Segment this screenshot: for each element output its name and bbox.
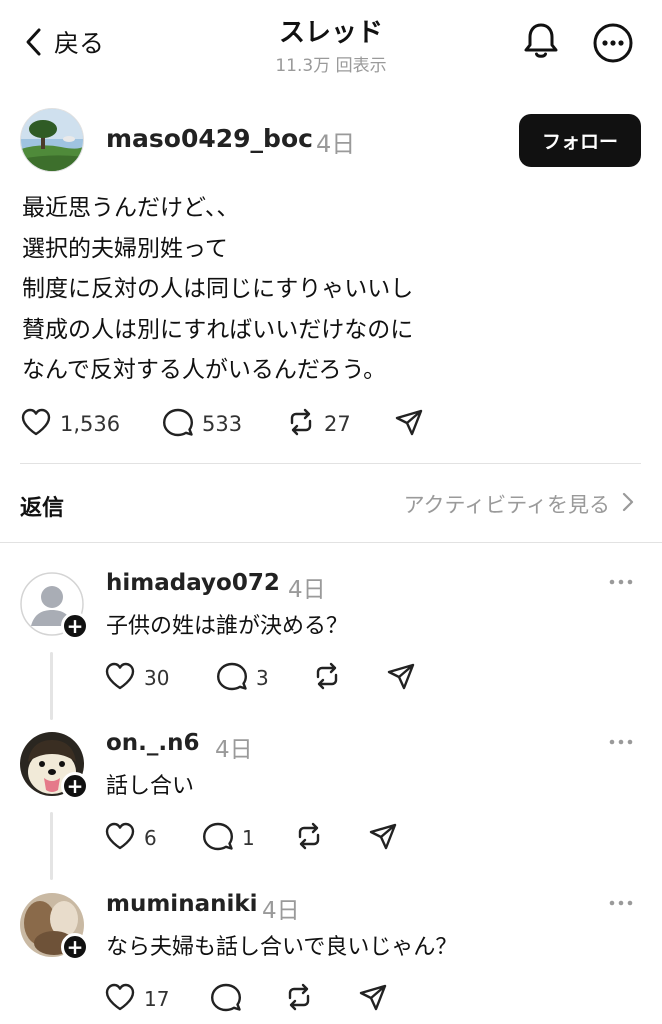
reply-actions: 30 3 bbox=[104, 660, 434, 696]
plus-icon[interactable]: + bbox=[61, 933, 89, 961]
post-text-line: 最近思うんだけど、、 bbox=[22, 195, 240, 221]
avatar[interactable] bbox=[20, 108, 84, 172]
heart-icon bbox=[104, 661, 136, 695]
heart-icon bbox=[104, 821, 136, 855]
repost-icon bbox=[312, 661, 342, 695]
post-text-line: 制度に反対の人は同じにすりゃいいし bbox=[22, 276, 414, 302]
send-icon bbox=[386, 661, 416, 695]
plus-icon[interactable]: + bbox=[61, 612, 89, 640]
post-username[interactable]: maso0429_boc bbox=[106, 124, 313, 153]
more-dots-icon[interactable] bbox=[606, 572, 636, 592]
chevron-right-icon bbox=[622, 492, 634, 517]
speech-bubble-icon bbox=[202, 821, 234, 855]
heart-icon bbox=[104, 982, 136, 1016]
like-count: 6 bbox=[144, 826, 157, 850]
more-dots-icon[interactable] bbox=[606, 732, 636, 752]
post-age: 4日 bbox=[316, 130, 356, 158]
repost-button[interactable] bbox=[294, 820, 324, 856]
repost-icon bbox=[284, 982, 314, 1016]
post-text-line: 賛成の人は別にすればいいだけなのに bbox=[22, 316, 414, 343]
reply-age: 4日 bbox=[288, 577, 326, 603]
reply-username[interactable]: on._.n6 bbox=[106, 730, 200, 756]
plus-icon[interactable]: + bbox=[61, 772, 89, 800]
reply-username[interactable]: muminaniki bbox=[106, 891, 258, 917]
reply-text: 話し合い bbox=[106, 774, 195, 799]
post-text-line: 選択的夫婦別姓って bbox=[22, 235, 228, 262]
like-count: 30 bbox=[144, 666, 170, 690]
like-button[interactable]: 30 bbox=[104, 660, 169, 696]
reply-age: 4日 bbox=[215, 737, 253, 763]
follow-button[interactable]: フォロー bbox=[519, 114, 641, 167]
heart-icon bbox=[20, 407, 52, 441]
view-count: 11.3万 回表示 bbox=[275, 56, 387, 76]
speech-bubble-icon bbox=[162, 407, 194, 441]
reply-item: + himadayo072 4日 子供の姓は誰が決める？ 30 3 bbox=[0, 570, 662, 732]
send-icon bbox=[358, 982, 388, 1016]
share-button[interactable] bbox=[394, 404, 424, 444]
like-button[interactable]: 1,536 bbox=[20, 404, 120, 444]
title-block: スレッド 11.3万 回表示 bbox=[0, 12, 662, 76]
comment-button[interactable]: 3 bbox=[216, 660, 269, 696]
ellipsis-circle-icon[interactable] bbox=[592, 22, 634, 64]
reply-item: + on._.n6 4日 話し合い 6 1 bbox=[0, 730, 662, 892]
speech-bubble-icon bbox=[210, 982, 242, 1016]
like-button[interactable]: 6 bbox=[104, 820, 157, 856]
thread-line bbox=[50, 812, 53, 880]
bell-icon[interactable] bbox=[520, 20, 562, 62]
top-bar: 戻る スレッド 11.3万 回表示 bbox=[0, 0, 662, 90]
replies-header: 返信 アクティビティを見る bbox=[0, 464, 662, 542]
send-icon bbox=[368, 821, 398, 855]
repost-count: 27 bbox=[324, 412, 351, 436]
repost-button[interactable] bbox=[284, 981, 314, 1017]
post-text: 最近思うんだけど、、 選択的夫婦別姓って 制度に反対の人は同じにすりゃいいし 賛… bbox=[22, 188, 642, 391]
reply-actions: 6 1 bbox=[104, 820, 434, 856]
send-icon bbox=[394, 407, 424, 441]
reply-actions: 17 bbox=[104, 981, 434, 1017]
post-actions: 1,536 533 27 bbox=[20, 404, 640, 444]
share-button[interactable] bbox=[386, 660, 416, 696]
like-button[interactable]: 17 bbox=[104, 981, 169, 1017]
more-dots-icon[interactable] bbox=[606, 893, 636, 913]
repost-button[interactable] bbox=[312, 660, 342, 696]
divider bbox=[0, 542, 662, 543]
reply-username[interactable]: himadayo072 bbox=[106, 570, 280, 596]
reply-text: なら夫婦も話し合いで良いじゃん？ bbox=[106, 935, 458, 960]
reply-item: + muminaniki 4日 なら夫婦も話し合いで良いじゃん？ 17 bbox=[0, 891, 662, 1024]
comment-button[interactable]: 533 bbox=[162, 404, 242, 444]
page-title: スレッド bbox=[278, 18, 383, 48]
thread-line bbox=[50, 652, 53, 720]
repost-icon bbox=[286, 407, 316, 441]
comment-button[interactable]: 1 bbox=[202, 820, 255, 856]
comment-count: 533 bbox=[202, 412, 243, 436]
reply-text: 子供の姓は誰が決める？ bbox=[106, 614, 349, 639]
repost-icon bbox=[294, 821, 324, 855]
comment-count: 3 bbox=[256, 666, 269, 690]
like-count: 1,536 bbox=[60, 412, 121, 436]
reply-age: 4日 bbox=[262, 898, 300, 924]
comment-count: 1 bbox=[242, 826, 255, 850]
view-activity-link[interactable]: アクティビティを見る bbox=[404, 489, 634, 519]
replies-title: 返信 bbox=[20, 496, 65, 521]
speech-bubble-icon bbox=[216, 661, 248, 695]
share-button[interactable] bbox=[358, 981, 388, 1017]
view-activity-label: アクティビティを見る bbox=[403, 493, 610, 517]
post-text-line: なんで反対する人がいるんだろう。 bbox=[22, 357, 387, 383]
share-button[interactable] bbox=[368, 820, 398, 856]
like-count: 17 bbox=[144, 987, 170, 1011]
comment-button[interactable] bbox=[210, 981, 250, 1017]
repost-button[interactable]: 27 bbox=[286, 404, 351, 444]
